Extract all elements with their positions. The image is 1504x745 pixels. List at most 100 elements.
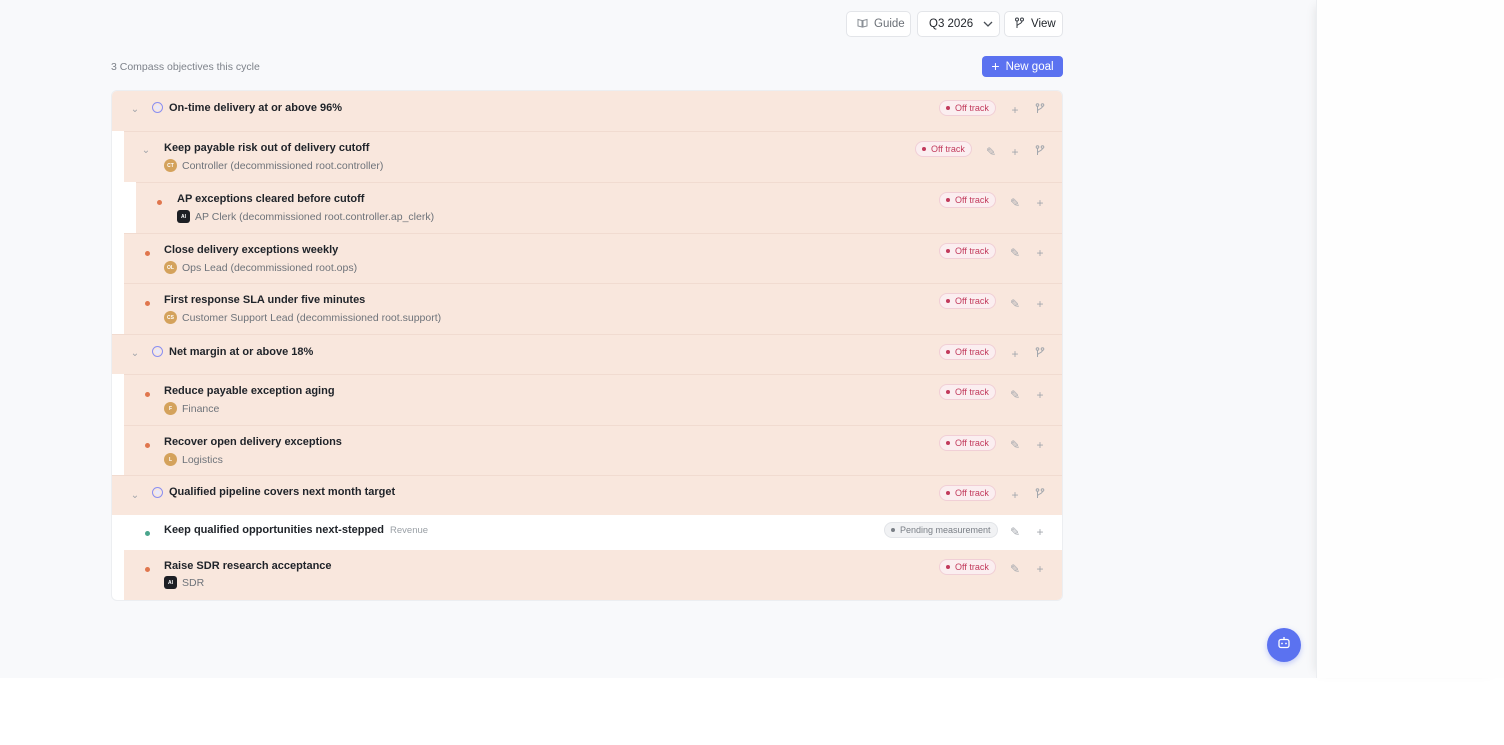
view-button[interactable]: View	[1004, 11, 1063, 37]
key-result-title: First response SLA under five minutes	[164, 294, 366, 306]
status-dot	[145, 392, 150, 397]
branch-icon[interactable]	[1033, 347, 1047, 361]
status-badge: Off track	[939, 384, 996, 400]
target-icon	[152, 102, 163, 113]
owner-name: Logistics	[182, 453, 223, 466]
key-result-title: Close delivery exceptions weekly	[164, 244, 339, 256]
avatar: AI	[177, 210, 190, 223]
avatar: CS	[164, 311, 177, 324]
add-icon[interactable]: +	[1033, 525, 1047, 539]
goals-list: ⌄ On-time delivery at or above 96% Off t…	[111, 90, 1063, 601]
add-icon[interactable]: +	[1033, 297, 1047, 311]
add-icon[interactable]: +	[1008, 145, 1022, 159]
status-dot	[145, 567, 150, 572]
key-result-title: Keep qualified opportunities next-steppe…	[164, 524, 429, 536]
team-tag: Revenue	[390, 525, 429, 536]
add-icon[interactable]: +	[1008, 347, 1022, 361]
avatar: CT	[164, 159, 177, 172]
owner: CS Customer Support Lead (decommissioned…	[164, 311, 441, 324]
key-result-row[interactable]: Recover open delivery exceptions L Logis…	[124, 425, 1062, 475]
pencil-icon[interactable]: ✎	[984, 145, 998, 159]
guide-label: Guide	[874, 18, 905, 30]
owner: AI SDR	[164, 576, 204, 589]
owner-name: AP Clerk (decommissioned root.controller…	[195, 210, 435, 223]
status-badge: Off track	[939, 293, 996, 309]
branch-icon[interactable]	[1033, 145, 1047, 159]
objective-row[interactable]: ⌄ Qualified pipeline covers next month t…	[112, 475, 1062, 515]
status-dot	[145, 443, 150, 448]
owner: L Logistics	[164, 453, 223, 466]
add-icon[interactable]: +	[1033, 562, 1047, 576]
key-result-row[interactable]: Raise SDR research acceptance AI SDR Off…	[124, 550, 1062, 600]
pencil-icon[interactable]: ✎	[1008, 562, 1022, 576]
objectives-summary: 3 Compass objectives this cycle	[111, 61, 260, 73]
new-goal-button[interactable]: + New goal	[982, 56, 1063, 77]
pencil-icon[interactable]: ✎	[1008, 388, 1022, 402]
pencil-icon[interactable]: ✎	[1008, 525, 1022, 539]
chevron-down-icon[interactable]: ⌄	[141, 146, 151, 156]
avatar: F	[164, 402, 177, 415]
add-icon[interactable]: +	[1033, 438, 1047, 452]
pencil-icon[interactable]: ✎	[1008, 297, 1022, 311]
key-result-row[interactable]: Keep qualified opportunities next-steppe…	[112, 515, 1062, 550]
branch-icon[interactable]	[1033, 103, 1047, 117]
guide-button[interactable]: Guide	[846, 11, 911, 37]
objective-row[interactable]: ⌄ On-time delivery at or above 96% Off t…	[112, 91, 1062, 131]
objective-row[interactable]: ⌄ Net margin at or above 18% Off track +	[112, 334, 1062, 374]
chevron-down-icon[interactable]: ⌄	[130, 349, 140, 359]
branch-icon[interactable]	[1033, 488, 1047, 502]
status-badge: Off track	[939, 435, 996, 451]
chevron-down-icon[interactable]: ⌄	[130, 105, 140, 115]
owner-name: Finance	[182, 402, 220, 415]
add-icon[interactable]: +	[1008, 103, 1022, 117]
cycle-value: Q3 2026	[929, 18, 974, 30]
status-badge: Off track	[939, 485, 996, 501]
key-result-row[interactable]: Close delivery exceptions weekly OL Ops …	[124, 233, 1062, 283]
key-result-row[interactable]: Reduce payable exception aging F Finance…	[124, 374, 1062, 425]
status-badge: Off track	[939, 192, 996, 208]
cycle-select[interactable]: Q3 2026	[917, 11, 1000, 37]
chevron-down-icon	[983, 18, 993, 30]
pencil-icon[interactable]: ✎	[1008, 196, 1022, 210]
owner-name: SDR	[182, 576, 205, 589]
key-result-title: Raise SDR research acceptance	[164, 560, 332, 572]
app-main: Guide Q3 2026 View 3 Compass objectives …	[0, 0, 1316, 678]
add-icon[interactable]: +	[1033, 388, 1047, 402]
status-badge: Off track	[939, 559, 996, 575]
objective-title: Net margin at or above 18%	[169, 346, 314, 358]
owner: F Finance	[164, 402, 219, 415]
add-icon[interactable]: +	[1033, 196, 1047, 210]
owner-name: Ops Lead (decommissioned root.ops)	[182, 261, 358, 274]
key-result-row[interactable]: AP exceptions cleared before cutoff AI A…	[136, 182, 1062, 233]
status-dot	[157, 200, 162, 205]
status-badge: Pending measurement	[884, 522, 998, 538]
objective-title: Qualified pipeline covers next month tar…	[169, 486, 396, 498]
key-result-row[interactable]: First response SLA under five minutes CS…	[124, 283, 1062, 334]
side-panel	[1316, 0, 1504, 678]
key-result-row[interactable]: ⌄ Keep payable risk out of delivery cuto…	[124, 131, 1062, 182]
status-badge: Off track	[939, 100, 996, 116]
target-icon	[152, 346, 163, 357]
view-label: View	[1031, 18, 1056, 30]
pencil-icon[interactable]: ✎	[1008, 438, 1022, 452]
chevron-down-icon[interactable]: ⌄	[130, 491, 140, 501]
owner: AI AP Clerk (decommissioned root.control…	[177, 210, 434, 223]
status-badge: Off track	[939, 344, 996, 360]
status-dot	[145, 301, 150, 306]
status-badge: Off track	[915, 141, 972, 157]
add-icon[interactable]: +	[1033, 246, 1047, 260]
plus-icon: +	[991, 58, 1000, 74]
objective-title: On-time delivery at or above 96%	[169, 102, 343, 114]
status-dot	[145, 531, 150, 536]
key-result-title: Keep payable risk out of delivery cutoff	[164, 142, 370, 154]
owner: CT Controller (decommissioned root.contr…	[164, 159, 383, 172]
branch-icon	[1014, 17, 1025, 32]
assistant-button[interactable]	[1267, 628, 1301, 662]
status-badge: Off track	[939, 243, 996, 259]
pencil-icon[interactable]: ✎	[1008, 246, 1022, 260]
add-icon[interactable]: +	[1008, 488, 1022, 502]
bot-icon	[1277, 636, 1291, 654]
avatar: L	[164, 453, 177, 466]
owner-name: Controller (decommissioned root.controll…	[182, 159, 384, 172]
owner: OL Ops Lead (decommissioned root.ops)	[164, 261, 357, 274]
